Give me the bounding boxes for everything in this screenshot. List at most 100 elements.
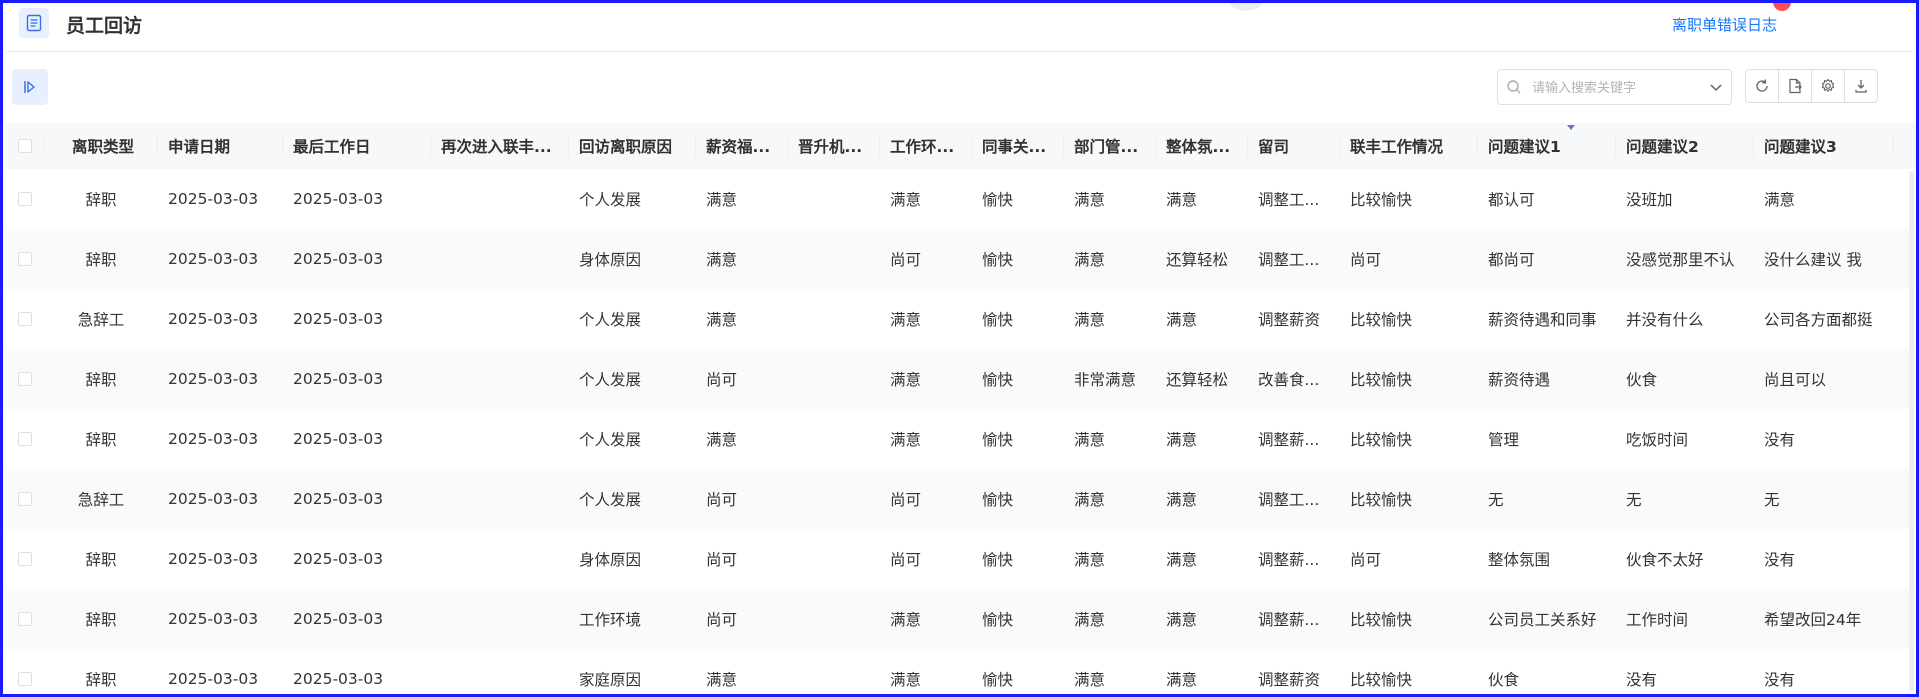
column-header[interactable]: 回访离职原因 [569,135,696,157]
column-header[interactable]: 联丰工作情况 [1340,135,1478,157]
column-header[interactable]: 薪资福... [696,135,788,157]
table-cell: 辞职 [85,551,117,569]
collapse-sidebar-button[interactable] [12,69,48,105]
table-cell: 尚可 [1350,251,1382,269]
column-header[interactable]: 工作环... [880,135,972,157]
export-button[interactable] [1778,69,1812,103]
table-cell: 2025-03-03 [293,490,384,508]
table-row[interactable]: 急辞工 2025-03-03 2025-03-03 个人发展 尚可 尚可 愉快 满意 满意 调整工… [6,469,1916,529]
download-button[interactable] [1844,69,1878,103]
row-checkbox[interactable] [18,252,32,266]
column-header[interactable]: 离职类型 [44,135,158,157]
table-cell: 调整薪... [1258,611,1320,629]
table-cell: 2025-03-03 [293,430,384,448]
row-checkbox[interactable] [18,312,32,326]
row-checkbox[interactable] [18,492,32,506]
table-cell: 2025-03-03 [168,670,259,688]
table-cell: 没有 [1626,671,1658,689]
table-cell: 还算轻松 [1166,371,1229,389]
sort-caret-icon[interactable] [1567,125,1575,130]
row-select-cell [6,192,44,206]
column-header[interactable]: 问题建议3 [1754,135,1894,157]
table-cell: 调整薪... [1258,551,1320,569]
table-cell: 比较愉快 [1350,371,1413,389]
row-select-cell [6,312,44,326]
search-box[interactable] [1497,69,1732,105]
chevron-down-icon[interactable] [1709,80,1723,94]
table-cell: 尚可 [706,551,738,569]
table-row[interactable]: 辞职 2025-03-03 2025-03-03 个人发展 尚可 满意 愉快 非常满意 还算轻松… [6,349,1916,409]
table-cell: 满意 [1074,671,1106,689]
table-cell: 希望改回24年 [1764,611,1862,629]
expand-icon [24,81,35,93]
table-cell: 辞职 [85,611,117,629]
table-cell: 满意 [1166,191,1198,209]
row-select-cell [6,492,44,506]
table-cell: 满意 [1166,311,1198,329]
table-cell: 满意 [706,191,738,209]
table-row[interactable]: 辞职 2025-03-03 2025-03-03 家庭原因 满意 满意 愉快 满意 满意 调整薪资… [6,649,1916,694]
column-header[interactable]: 再次进入联丰... [431,135,569,157]
table-cell: 尚可 [890,251,922,269]
table-cell: 辞职 [85,431,117,449]
export-file-icon [1789,78,1802,94]
table-cell: 还算轻松 [1166,251,1229,269]
table-cell: 无 [1626,491,1642,509]
column-header[interactable]: 晋升机... [788,135,880,157]
select-all-checkbox[interactable] [17,139,32,153]
table-row[interactable]: 辞职 2025-03-03 2025-03-03 身体原因 尚可 尚可 愉快 满意 满意 调整薪.… [6,529,1916,589]
column-header[interactable]: 部门管... [1064,135,1156,157]
error-log-link[interactable]: 离职单错误日志 [1672,14,1777,35]
search-input[interactable] [1530,76,1694,100]
table-row[interactable]: 辞职 2025-03-03 2025-03-03 个人发展 满意 满意 愉快 满意 满意 调整薪.… [6,409,1916,469]
gear-icon [1821,78,1835,92]
table-cell: 没有 [1764,671,1796,689]
table-cell: 愉快 [982,251,1014,269]
notification-badge[interactable] [1773,3,1791,11]
table-cell: 愉快 [982,671,1014,689]
table-cell: 满意 [890,431,922,449]
vertical-scrollbar[interactable] [1909,171,1914,691]
table-cell: 2025-03-03 [293,370,384,388]
table-row[interactable]: 辞职 2025-03-03 2025-03-03 工作环境 尚可 满意 愉快 满意 满意 调整薪.… [6,589,1916,649]
table-cell: 比较愉快 [1350,311,1413,329]
table-cell: 身体原因 [579,251,642,269]
table-cell: 尚且可以 [1764,371,1827,389]
column-header[interactable]: 同事关... [972,135,1064,157]
settings-button[interactable] [1811,69,1845,103]
column-header[interactable]: 申请日期 [158,135,283,157]
table-cell: 个人发展 [579,431,642,449]
table-cell: 比较愉快 [1350,431,1413,449]
table-cell: 2025-03-03 [168,490,259,508]
table-row[interactable]: 辞职 2025-03-03 2025-03-03 身体原因 满意 尚可 愉快 满意 还算轻松 调整… [6,229,1916,289]
table-row[interactable]: 急辞工 2025-03-03 2025-03-03 个人发展 满意 满意 愉快 满意 满意 调整薪… [6,289,1916,349]
row-checkbox[interactable] [18,192,32,206]
row-checkbox[interactable] [18,372,32,386]
download-icon [1855,80,1867,93]
table-row[interactable]: 辞职 2025-03-03 2025-03-03 个人发展 满意 满意 愉快 满意 满意 调整工.… [6,169,1916,229]
row-checkbox[interactable] [18,612,32,626]
table-cell: 满意 [1074,251,1106,269]
row-checkbox[interactable] [18,432,32,446]
table-cell: 调整工... [1258,191,1320,209]
table-cell: 辞职 [85,671,117,689]
row-select-cell [6,372,44,386]
column-header[interactable]: 最后工作日 [283,135,431,157]
column-header[interactable]: 问题建议2 [1616,135,1754,157]
table-cell: 改善食... [1258,371,1320,389]
column-header[interactable]: 留司 [1248,135,1340,157]
table-header: 离职类型 申请日期 最后工作日 再次进入联丰... 回访离职原因 薪资福... … [6,123,1916,169]
table-cell: 满意 [1074,491,1106,509]
table-cell: 调整薪... [1258,431,1320,449]
column-header[interactable]: 问题建议1 [1478,135,1616,157]
table-cell: 2025-03-03 [293,250,384,268]
row-checkbox[interactable] [18,552,32,566]
row-checkbox[interactable] [18,672,32,686]
table-cell: 没什么建议 我 [1764,251,1862,269]
table-cell: 2025-03-03 [168,550,259,568]
avatar[interactable] [1229,3,1263,11]
table-cell: 没有 [1764,551,1796,569]
column-header[interactable]: 整体氛... [1156,135,1248,157]
table-cell: 满意 [1166,551,1198,569]
refresh-button[interactable] [1745,69,1779,103]
